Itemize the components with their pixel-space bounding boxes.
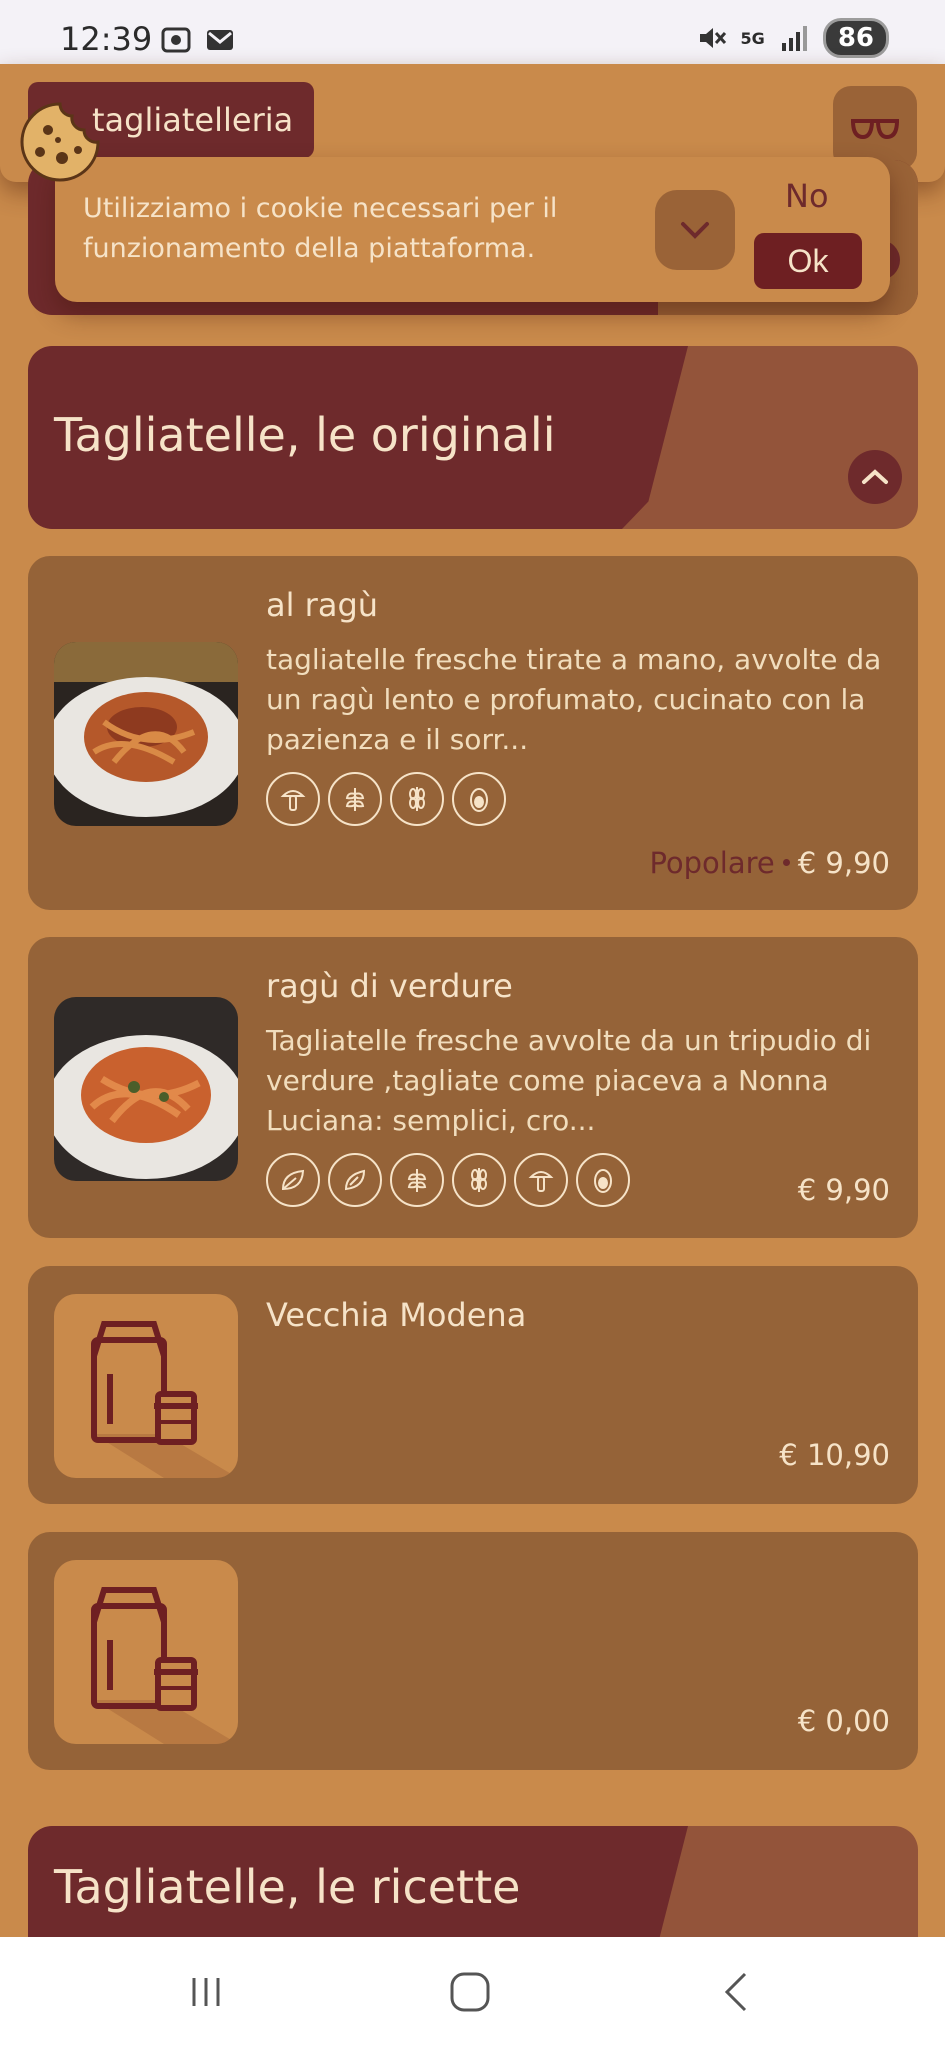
- mushroom-icon: [266, 772, 320, 826]
- vegan-leaf-icon: [266, 1153, 320, 1207]
- recent-apps-button[interactable]: [176, 1967, 236, 2017]
- popular-badge: Popolare: [649, 846, 775, 880]
- chevron-down-icon: [681, 222, 709, 239]
- recent-apps-icon: [192, 1978, 220, 2006]
- product-name: Vecchia Modena: [266, 1296, 527, 1334]
- product-price: € 0,00: [797, 1704, 890, 1738]
- product-image: [54, 642, 238, 826]
- back-button[interactable]: [706, 1967, 766, 2017]
- product-card[interactable]: ragù di verdure Tagliatelle fresche avvo…: [28, 937, 918, 1238]
- product-description: tagliatelle fresche tirate a mano, avvol…: [266, 643, 882, 756]
- takeaway-bag-icon: [91, 1587, 238, 1744]
- cookie-icon: [20, 102, 100, 182]
- signal-icon: [781, 26, 807, 51]
- back-icon: [724, 1972, 747, 2012]
- egg-icon: [576, 1153, 630, 1207]
- cookie-expand-button[interactable]: [655, 190, 735, 270]
- home-icon: [450, 1972, 490, 2012]
- allergen-icons: [266, 772, 506, 826]
- cookie-no-button[interactable]: No: [785, 177, 829, 215]
- cookie-banner: Utilizziamo i cookie necessari per il fu…: [55, 157, 890, 302]
- battery-icon: 86: [822, 18, 889, 58]
- screenshot-icon: [161, 27, 191, 53]
- product-placeholder-image: [54, 1294, 238, 1478]
- wheat-icon: [390, 1153, 444, 1207]
- section-title: Tagliatelle, le ricette: [54, 1860, 521, 1914]
- allergen-icons: [266, 1153, 630, 1207]
- brand-name: tagliatelleria: [92, 101, 294, 139]
- product-card[interactable]: Vecchia Modena € 10,90: [28, 1266, 918, 1504]
- mail-icon: [207, 30, 233, 50]
- system-nav-bar: [0, 1937, 945, 2048]
- product-name: al ragù: [266, 586, 379, 624]
- product-name: ragù di verdure: [266, 967, 513, 1005]
- product-card[interactable]: al ragù tagliatelle fresche tirate a man…: [28, 556, 918, 910]
- mute-icon: [699, 28, 726, 48]
- network-5g-icon: 5G: [740, 28, 765, 48]
- glasses-icon: [851, 119, 899, 140]
- cookie-text: Utilizziamo i cookie necessari per il fu…: [83, 193, 558, 264]
- wheat-leaf-icon: [328, 772, 382, 826]
- egg-icon: [452, 772, 506, 826]
- product-price: € 10,90: [779, 1438, 890, 1472]
- collapse-button[interactable]: [848, 450, 902, 504]
- status-bar: 12:39 5G 86: [0, 0, 945, 64]
- takeaway-bag-icon: [91, 1321, 238, 1478]
- product-placeholder-image: [54, 1560, 238, 1744]
- wheat-ear-icon: [452, 1153, 506, 1207]
- product-image: [54, 997, 238, 1181]
- wheat-icon: [390, 772, 444, 826]
- product-price: € 9,90: [797, 846, 890, 880]
- product-price: € 9,90: [797, 1173, 890, 1207]
- chevron-up-icon: [862, 469, 888, 484]
- product-description: Tagliatelle fresche avvolte da un tripud…: [266, 1024, 872, 1137]
- section-header[interactable]: Tagliatelle, le originali: [28, 346, 918, 529]
- price-row: Popolare € 9,90: [649, 846, 890, 880]
- mushroom-icon: [514, 1153, 568, 1207]
- vegetarian-leaf-icon: [328, 1153, 382, 1207]
- home-button[interactable]: [440, 1967, 500, 2017]
- section-title: Tagliatelle, le originali: [54, 408, 556, 462]
- product-card[interactable]: € 0,00: [28, 1532, 918, 1770]
- cookie-ok-button[interactable]: Ok: [754, 233, 862, 289]
- status-time: 12:39: [60, 20, 153, 58]
